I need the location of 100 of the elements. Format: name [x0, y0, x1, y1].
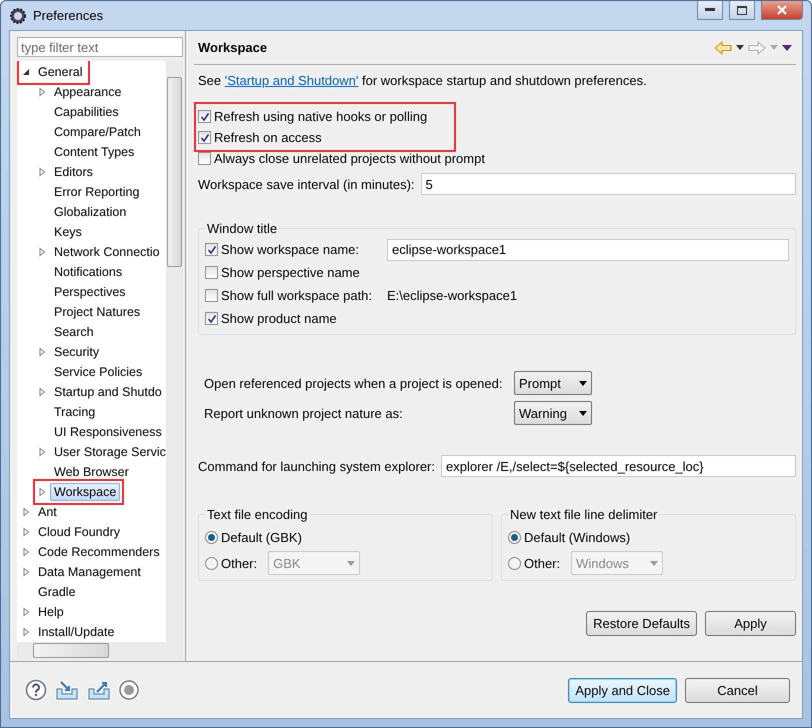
tree-item[interactable]: Service Policies: [50, 363, 146, 381]
radio-label: Default (GBK): [221, 530, 302, 544]
tree-item[interactable]: UI Responsiveness: [50, 423, 166, 441]
tree-item[interactable]: Appearance: [50, 83, 126, 101]
tree-item[interactable]: Compare/Patch: [50, 123, 145, 141]
input-field[interactable]: explorer /E,/select=${selected_resource_loc}: [441, 455, 796, 477]
tree-item[interactable]: Keys: [50, 223, 86, 241]
startup-shutdown-link[interactable]: 'Startup and Shutdown': [224, 73, 358, 88]
tree-item[interactable]: Install/Update: [34, 623, 118, 641]
tree-item[interactable]: Security: [50, 343, 104, 361]
radio-button[interactable]: [205, 530, 218, 544]
tree-item[interactable]: Notifications: [50, 263, 126, 281]
tree-item[interactable]: Startup and Shutdo: [50, 383, 166, 401]
checkbox-label: Refresh on access: [214, 130, 322, 145]
expand-arrow-icon[interactable]: [37, 87, 47, 97]
description-text: See 'Startup and Shutdown' for workspace startup and shutdown preferences.: [198, 73, 648, 88]
field-label: Command for launching system explorer:: [198, 458, 435, 474]
caret-icon[interactable]: [736, 45, 744, 50]
tree-item[interactable]: Data Management: [34, 563, 145, 581]
dropdown[interactable]: Warning: [514, 401, 592, 425]
checkbox[interactable]: [198, 152, 211, 165]
tree-item[interactable]: Error Reporting: [50, 183, 144, 201]
tree-item[interactable]: User Storage Servic: [50, 443, 166, 461]
tree-item[interactable]: Workspace: [50, 483, 120, 501]
expand-arrow-icon[interactable]: [21, 567, 31, 577]
tree-item[interactable]: Content Types: [50, 143, 138, 161]
filter-field[interactable]: type filter text: [17, 37, 183, 57]
window-title: Preferences: [33, 8, 104, 23]
checkbox[interactable]: [198, 131, 211, 144]
tree-item[interactable]: Ant: [34, 503, 61, 521]
field-label: Open referenced projects when a project is opened:: [204, 376, 504, 390]
tree-item[interactable]: Tracing: [50, 403, 100, 421]
checkbox-label: Show product name: [221, 311, 337, 326]
help-icon[interactable]: [25, 679, 47, 701]
expand-arrow-icon[interactable]: [37, 387, 47, 397]
tree-item[interactable]: Project Natures: [50, 303, 144, 321]
tree-item[interactable]: General: [34, 63, 86, 81]
checkbox[interactable]: [205, 312, 218, 325]
page-button[interactable]: Restore Defaults: [586, 611, 697, 636]
gear-icon: [9, 6, 27, 24]
expand-arrow-icon[interactable]: [21, 507, 31, 517]
radio-dot-icon: [208, 534, 215, 540]
checkbox-label: Refresh using native hooks or polling: [214, 109, 428, 124]
checkbox-label: Show workspace name:: [221, 242, 360, 257]
group-title: Text file encoding: [206, 507, 308, 522]
record-icon[interactable]: [119, 680, 139, 700]
tree-item[interactable]: Capabilities: [50, 103, 123, 121]
path-text: E:\eclipse-workspace1: [387, 288, 518, 303]
expand-arrow-icon[interactable]: [37, 247, 47, 257]
collapse-arrow-icon[interactable]: [21, 67, 31, 77]
expand-arrow-icon[interactable]: [21, 607, 31, 617]
checkmark-icon: [200, 112, 210, 122]
checkbox[interactable]: [205, 243, 218, 256]
expand-arrow-icon[interactable]: [37, 167, 47, 177]
radio-button[interactable]: [508, 530, 521, 544]
expand-arrow-icon[interactable]: [37, 347, 47, 357]
vertical-scrollbar[interactable]: [166, 61, 183, 642]
menu-caret-icon[interactable]: [782, 44, 792, 50]
tree-item[interactable]: Globalization: [50, 203, 130, 221]
tree-item[interactable]: Network Connectio: [50, 243, 164, 261]
close-button[interactable]: [761, 1, 803, 20]
tree-item[interactable]: Gradle: [34, 583, 80, 601]
caret-icon: [347, 560, 356, 566]
export-icon[interactable]: [87, 680, 111, 700]
group-title: Window title: [206, 221, 278, 236]
dialog-button[interactable]: Apply and Close: [568, 678, 677, 702]
radio-button[interactable]: [508, 556, 521, 570]
tree-item[interactable]: Search: [50, 323, 98, 341]
dropdown[interactable]: Prompt: [514, 371, 592, 395]
field-label: Report unknown project nature as:: [204, 406, 404, 420]
caret-icon: [579, 380, 587, 386]
caret-icon: [650, 560, 658, 566]
input-field[interactable]: 5: [420, 173, 796, 195]
field-label: Workspace save interval (in minutes):: [198, 176, 415, 192]
tree-item[interactable]: Cloud Foundry: [34, 523, 124, 541]
tree-item[interactable]: Web Browser: [50, 463, 133, 481]
input-field[interactable]: eclipse-workspace1: [387, 238, 789, 260]
tree-item[interactable]: Editors: [50, 163, 97, 181]
expand-arrow-icon[interactable]: [21, 527, 31, 537]
maximize-button[interactable]: [729, 1, 755, 20]
horizontal-scrollbar[interactable]: [17, 642, 183, 659]
page-button[interactable]: Apply: [705, 611, 796, 636]
tree-item[interactable]: Code Recommenders: [34, 543, 164, 561]
page-title: Workspace: [198, 40, 268, 55]
minimize-icon: [705, 8, 715, 12]
tree-item[interactable]: Perspectives: [50, 283, 130, 301]
expand-arrow-icon[interactable]: [21, 547, 31, 557]
expand-arrow-icon[interactable]: [21, 627, 31, 637]
checkbox[interactable]: [198, 110, 211, 123]
dialog-button[interactable]: Cancel: [685, 678, 790, 702]
checkbox[interactable]: [205, 289, 218, 302]
expand-arrow-icon[interactable]: [37, 487, 47, 497]
checkmark-icon: [206, 314, 216, 324]
tree-item[interactable]: Help: [34, 603, 68, 621]
checkbox[interactable]: [205, 266, 218, 279]
minimize-button[interactable]: [697, 1, 723, 20]
expand-arrow-icon[interactable]: [37, 447, 47, 457]
radio-button[interactable]: [205, 556, 218, 570]
import-icon[interactable]: [55, 680, 79, 700]
caret-icon: [579, 410, 587, 416]
